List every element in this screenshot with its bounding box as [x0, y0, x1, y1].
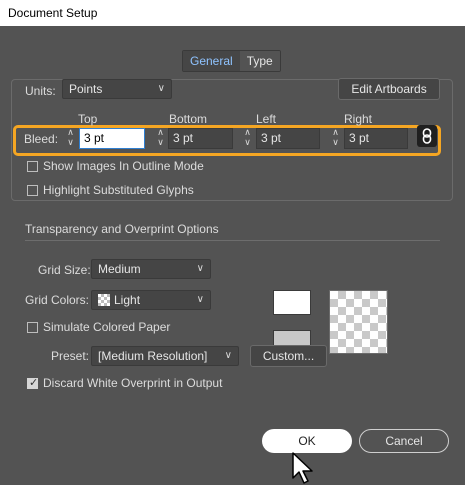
section-divider [25, 240, 440, 241]
tab-type[interactable]: Type [239, 51, 280, 71]
bleed-label: Bleed: [24, 132, 59, 146]
chevron-down-icon: ∨ [196, 294, 204, 305]
chain-link-icon[interactable] [417, 125, 437, 147]
highlight-glyphs-label: Highlight Substituted Glyphs [43, 183, 194, 197]
discard-white-label: Discard White Overprint in Output [43, 376, 223, 390]
chevron-down-icon: ∨ [157, 83, 165, 94]
bleed-bottom-input[interactable]: 3 pt [168, 128, 233, 149]
grid-size-label: Grid Size: [38, 263, 91, 277]
preset-select[interactable]: [Medium Resolution] ∨ [91, 346, 239, 366]
chevron-down-icon: ∨ [224, 350, 232, 361]
bleed-left-input[interactable]: 3 pt [256, 128, 320, 149]
bleed-bottom-label: Bottom [169, 112, 208, 126]
chain-link-icon-glyph [422, 128, 432, 144]
grid-colors-select[interactable]: Light ∨ [91, 290, 211, 310]
mouse-pointer-icon [292, 452, 313, 484]
bleed-right-input[interactable]: 3 pt [344, 128, 408, 149]
units-select[interactable]: Points ∨ [62, 79, 172, 99]
show-images-outline-label: Show Images In Outline Mode [43, 159, 204, 173]
transparency-grid-preview [329, 290, 388, 354]
cancel-button[interactable]: Cancel [359, 429, 449, 453]
highlight-glyphs-checkbox[interactable] [27, 185, 38, 196]
grid-size-value: Medium [98, 262, 141, 276]
bleed-top-label: Top [78, 112, 98, 126]
simulate-paper-checkbox[interactable] [27, 322, 38, 333]
discard-white-checkbox[interactable]: ✓ [27, 377, 39, 389]
grid-color-swatch-light[interactable] [273, 290, 311, 315]
simulate-paper-label: Simulate Colored Paper [43, 320, 171, 334]
units-label: Units: [25, 84, 56, 98]
bleed-top-stepper[interactable]: ∧ ∨ [63, 127, 78, 149]
grid-colors-value: Light [114, 293, 141, 307]
edit-artboards-button[interactable]: Edit Artboards [338, 78, 440, 100]
checkmark-icon: ✓ [29, 377, 39, 389]
window-title: Document Setup [0, 0, 465, 26]
bleed-right-label: Right [344, 112, 373, 126]
ok-button[interactable]: OK [262, 429, 352, 453]
transparency-section-title: Transparency and Overprint Options [25, 222, 219, 236]
tab-general[interactable]: General [183, 51, 240, 71]
bleed-left-label: Left [256, 112, 277, 126]
checker-swatch-icon [98, 294, 110, 306]
show-images-outline-checkbox[interactable] [27, 161, 38, 172]
bleed-left-stepper[interactable]: ∧ ∨ [240, 127, 255, 149]
bleed-right-stepper[interactable]: ∧ ∨ [328, 127, 343, 149]
preset-label: Preset: [51, 349, 90, 363]
preset-value: [Medium Resolution] [98, 349, 208, 363]
tab-bar: General Type [182, 50, 281, 72]
bleed-bottom-stepper[interactable]: ∧ ∨ [153, 127, 168, 149]
custom-button[interactable]: Custom... [250, 345, 327, 367]
grid-colors-label: Grid Colors: [25, 293, 90, 307]
units-value: Points [69, 82, 103, 96]
bleed-top-input[interactable]: 3 pt [79, 128, 145, 149]
chevron-down-icon: ∨ [196, 263, 204, 274]
grid-size-select[interactable]: Medium ∨ [91, 259, 211, 279]
dialog-body: General Type Units: Points ∨ Edit Artboa… [0, 26, 465, 485]
